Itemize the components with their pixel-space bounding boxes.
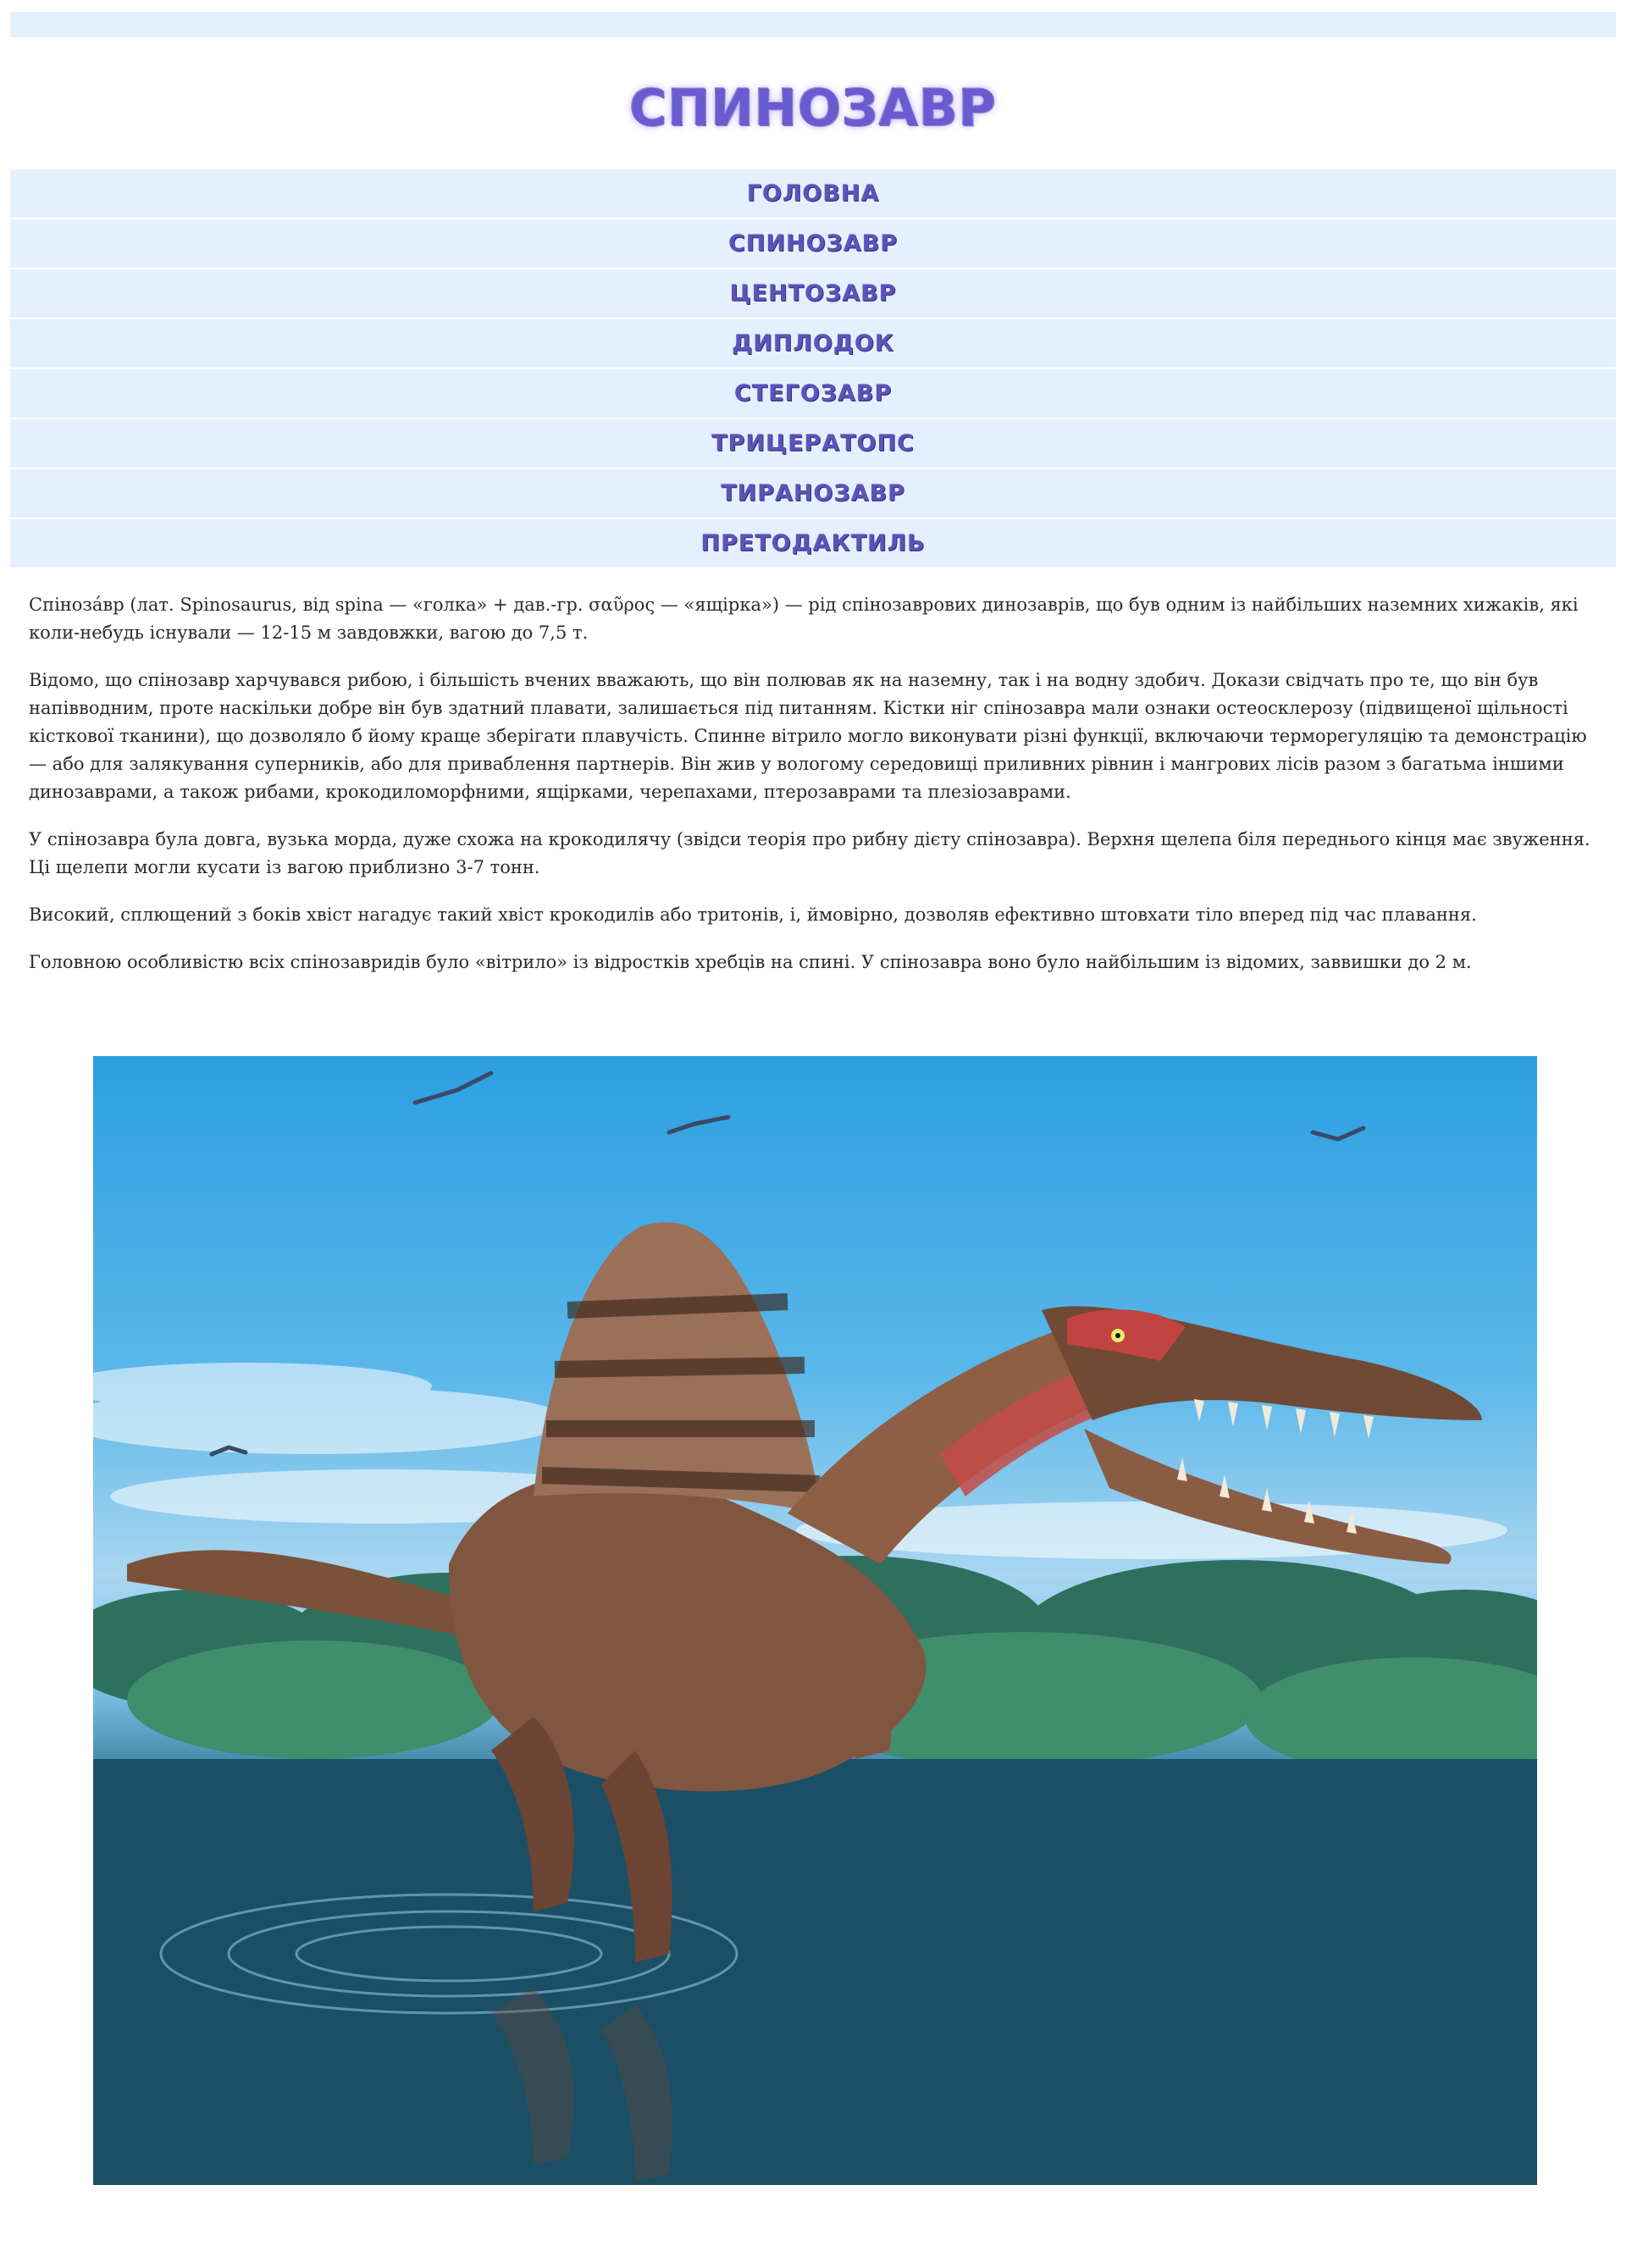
nav-item-stegosaurus[interactable]: СТЕГОЗАВР — [10, 369, 1616, 419]
paragraph-diet: Відомо, що спінозавр харчувався рибою, і… — [29, 670, 1587, 802]
paragraph-sail: Головною особливістю всіх спінозавридів … — [29, 952, 1472, 972]
nav-item-diplodocus[interactable]: ДИПЛОДОК — [10, 319, 1616, 369]
nav-item-tyrannosaurus[interactable]: ТИРАНОЗАВР — [10, 469, 1616, 519]
nav-item-triceratops[interactable]: ТРИЦЕРАТОПС — [10, 419, 1616, 469]
paragraph-snout: У спінозавра була довга, вузька морда, д… — [29, 829, 1590, 877]
paragraph-intro: Спіноза́вр (лат. Spinosaurus, від spina … — [29, 595, 1579, 643]
spinosaurus-image — [93, 1056, 1537, 2185]
nav-item-centosaurus[interactable]: ЦЕНТОЗАВР — [10, 269, 1616, 319]
nav-item-spinosaurus[interactable]: СПИНОЗАВР — [10, 219, 1616, 269]
paragraph-tail: Високий, сплющений з боків хвіст нагадує… — [29, 904, 1477, 925]
page-title: СПИНОЗАВР — [629, 79, 997, 138]
nav-item-home[interactable]: ГОЛОВНА — [10, 169, 1616, 219]
main-nav: ГОЛОВНА СПИНОЗАВР ЦЕНТОЗАВР ДИПЛОДОК СТЕ… — [10, 169, 1616, 569]
top-banner-strip — [10, 12, 1616, 37]
article-content: Спіноза́вр (лат. Spinosaurus, від spina … — [29, 591, 1597, 996]
spinosaurus-illustration — [93, 1070, 1537, 2185]
nav-item-pterodactyl[interactable]: ПРЕТОДАКТИЛЬ — [10, 519, 1616, 569]
